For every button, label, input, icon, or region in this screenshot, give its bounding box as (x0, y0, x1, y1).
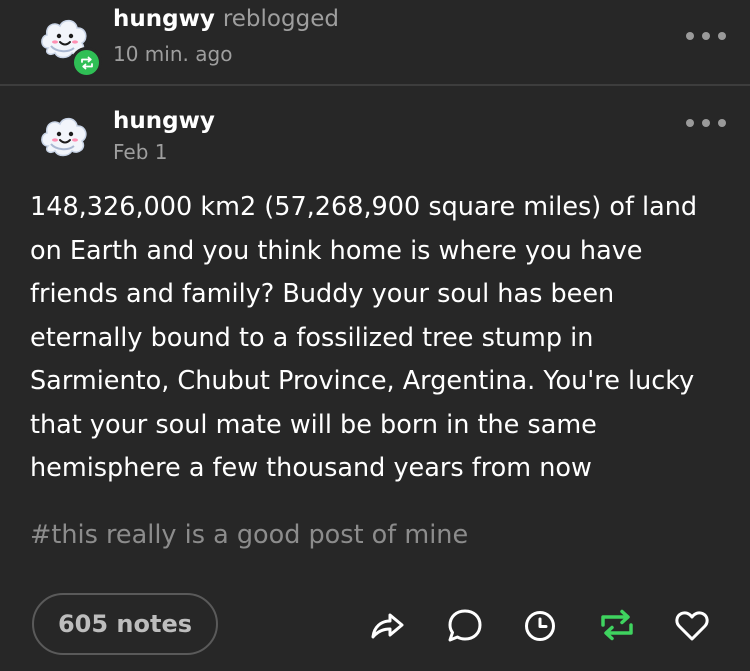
reblog-header: hungwy reblogged 10 min. ago (0, 0, 750, 84)
reblog-icon (80, 56, 93, 69)
share-button[interactable] (366, 604, 408, 646)
reblogged-label: reblogged (222, 6, 339, 32)
like-button[interactable] (671, 604, 713, 646)
post-more-options-button[interactable] (686, 113, 726, 133)
divider (0, 84, 750, 86)
post-date[interactable]: Feb 1 (113, 140, 168, 164)
dot (718, 119, 726, 127)
poster-username[interactable]: hungwy (113, 108, 215, 134)
reply-bubble-icon (448, 609, 482, 642)
queue-button[interactable] (519, 604, 561, 646)
reblog-button[interactable] (596, 604, 638, 646)
poster-avatar[interactable] (38, 110, 90, 162)
reblogger-name[interactable]: hungwy (113, 6, 215, 32)
dot (702, 119, 710, 127)
share-arrow-icon (371, 613, 404, 639)
heart-icon (675, 611, 709, 641)
reblog-badge (71, 47, 102, 78)
dot (686, 119, 694, 127)
reblogger-username[interactable]: hungwy reblogged (113, 6, 339, 32)
dot (718, 32, 726, 40)
reply-button[interactable] (444, 604, 486, 646)
dot (686, 32, 694, 40)
more-options-button[interactable] (686, 26, 726, 46)
post-body: 148,326,000 km2 (57,268,900 square miles… (30, 192, 698, 483)
post-tags[interactable]: #this really is a good post of mine (30, 520, 468, 550)
clock-icon (525, 611, 555, 641)
dot (702, 32, 710, 40)
reblog-timestamp[interactable]: 10 min. ago (113, 42, 232, 66)
reblog-icon (601, 609, 633, 641)
cloud-face-avatar-icon (41, 117, 87, 157)
notes-button[interactable]: 605 notes (32, 593, 218, 655)
